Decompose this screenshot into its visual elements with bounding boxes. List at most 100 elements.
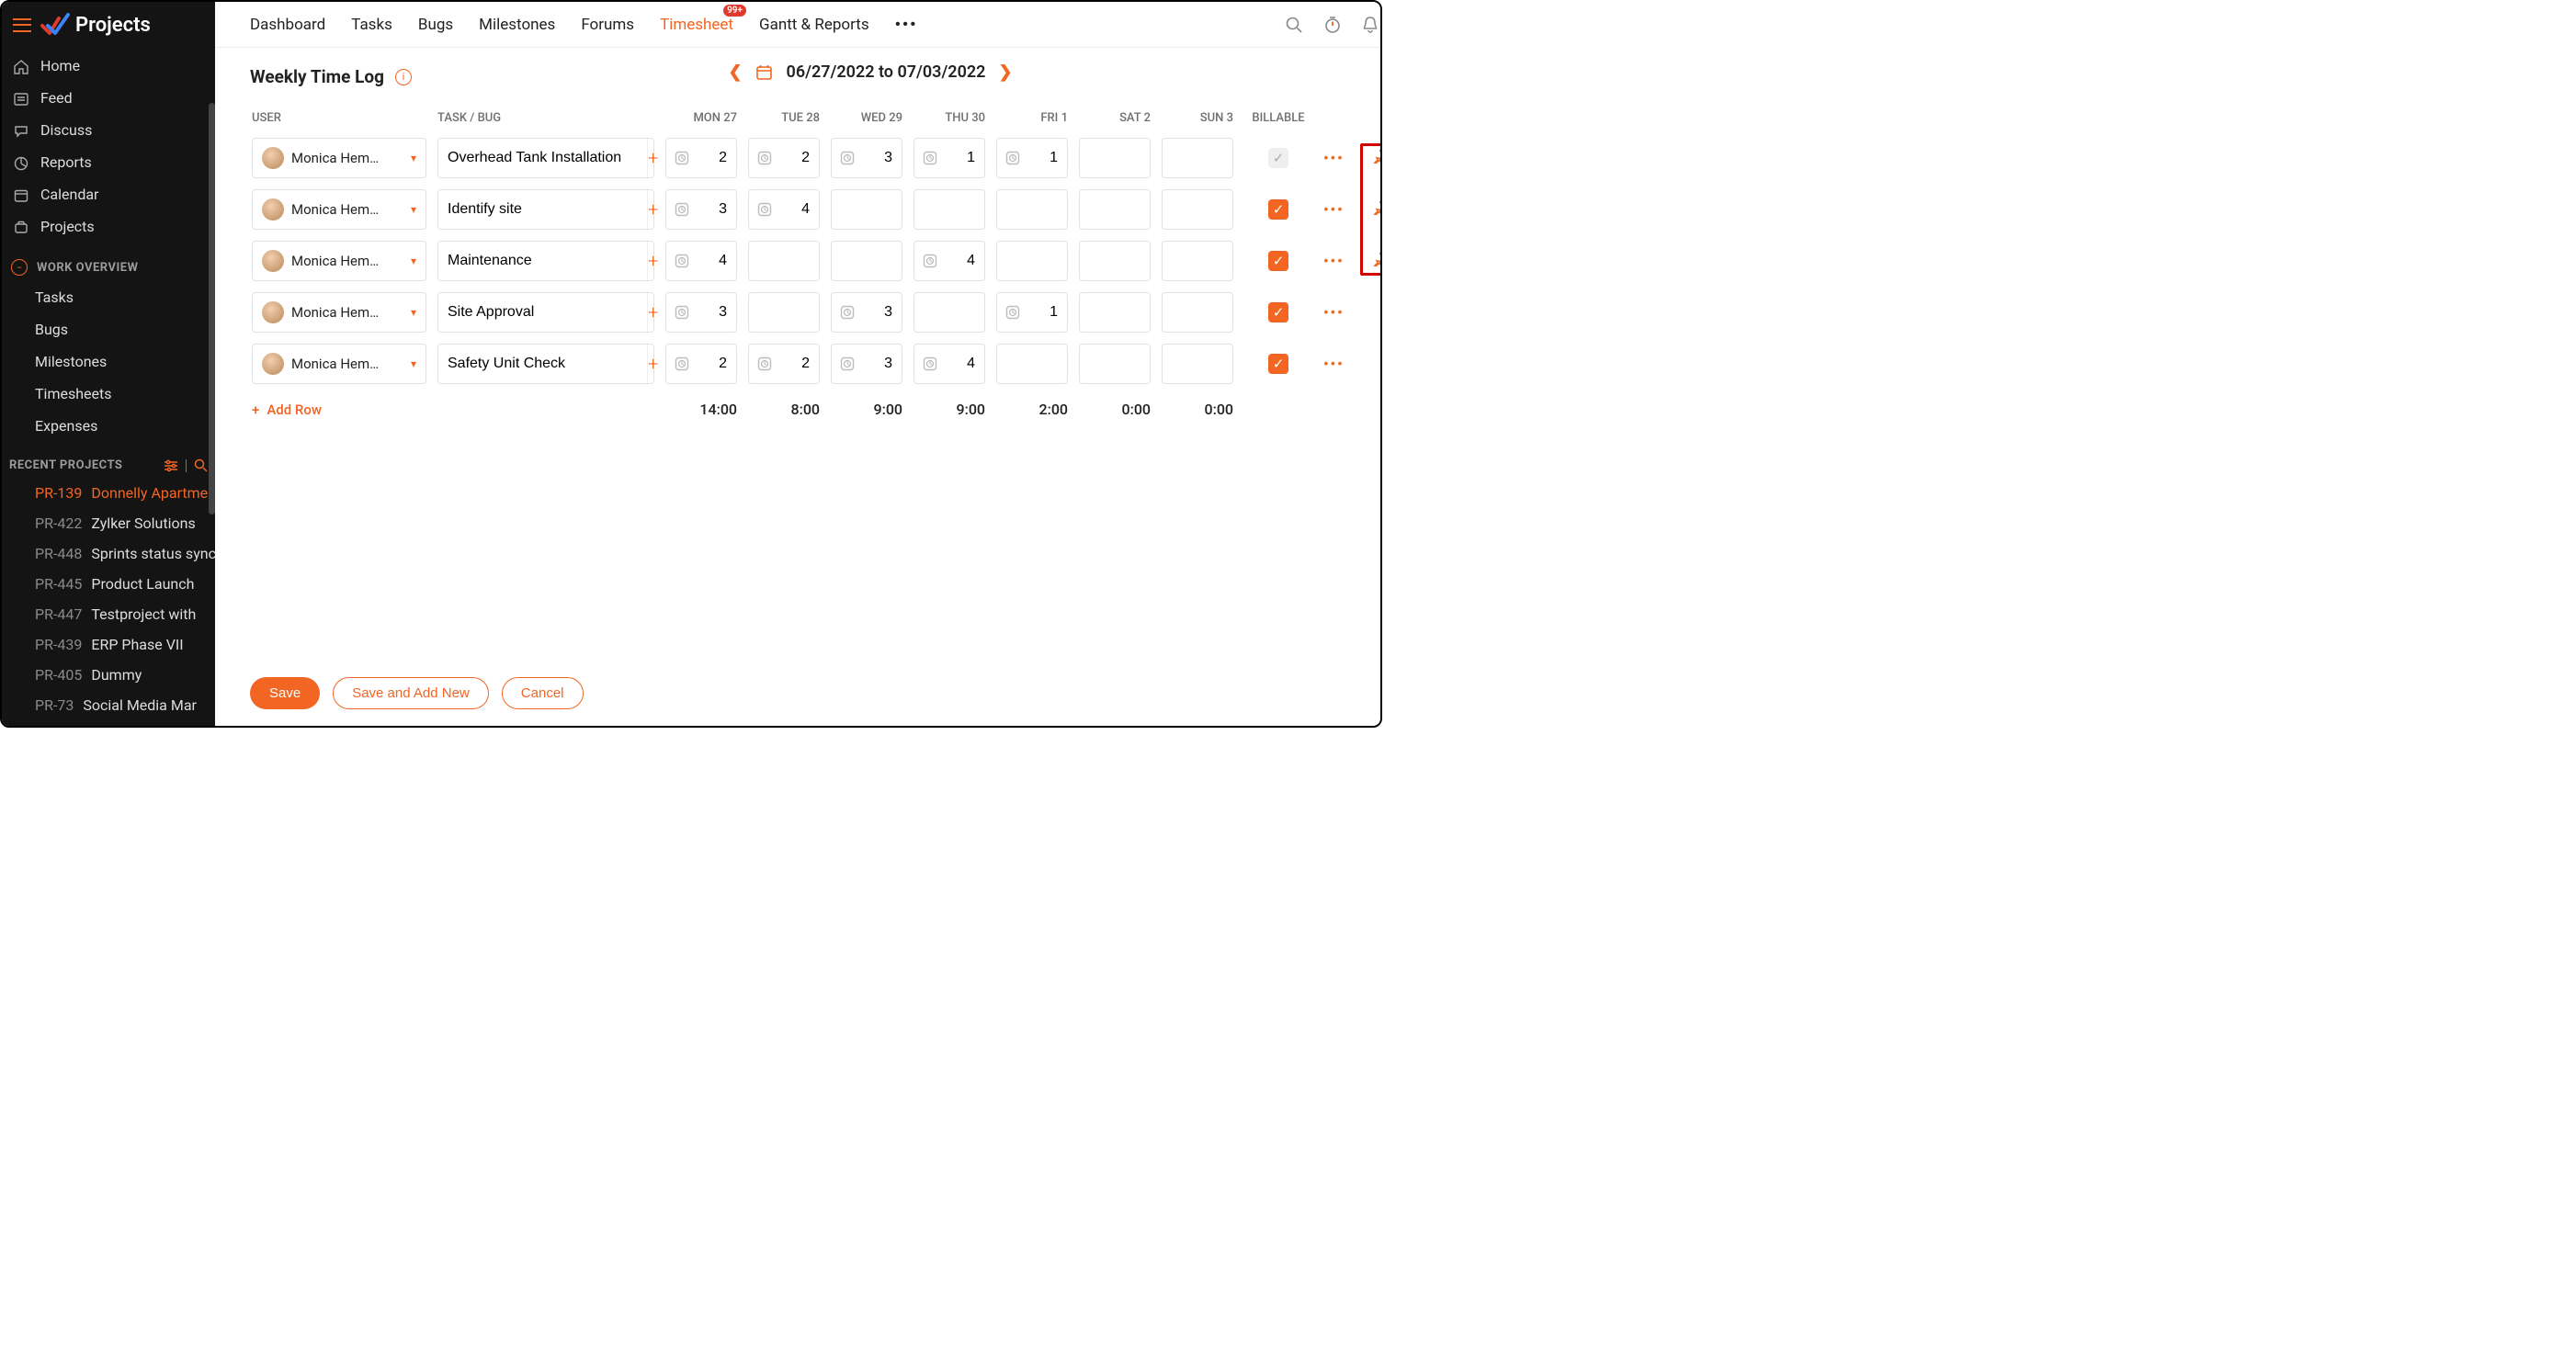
- pin-icon[interactable]: [1371, 200, 1382, 215]
- day-cell[interactable]: [1079, 189, 1151, 230]
- more-tabs-icon[interactable]: •••: [895, 16, 918, 34]
- hamburger-menu-icon[interactable]: [13, 18, 31, 32]
- work-item-expenses[interactable]: Expenses: [2, 410, 215, 442]
- hours-input[interactable]: [832, 253, 902, 269]
- add-task-icon[interactable]: +: [647, 293, 658, 332]
- hours-input[interactable]: [914, 304, 984, 321]
- day-cell[interactable]: [831, 138, 902, 178]
- bell-icon[interactable]: [1362, 16, 1379, 34]
- search-projects-icon[interactable]: [194, 458, 208, 472]
- tab-bugs[interactable]: Bugs: [418, 16, 453, 34]
- hours-input[interactable]: [832, 201, 902, 218]
- day-cell[interactable]: [831, 189, 902, 230]
- next-week-icon[interactable]: ❯: [998, 62, 1012, 82]
- row-actions-icon[interactable]: •••: [1323, 201, 1345, 218]
- day-cell[interactable]: [831, 241, 902, 281]
- hours-input[interactable]: [1080, 356, 1150, 372]
- day-cell[interactable]: [996, 344, 1068, 384]
- hours-input[interactable]: [749, 253, 819, 269]
- hours-input[interactable]: [997, 201, 1067, 218]
- add-task-icon[interactable]: +: [647, 345, 658, 383]
- day-cell[interactable]: [914, 292, 985, 333]
- day-cell[interactable]: [996, 189, 1068, 230]
- recent-project-item[interactable]: PR-448Sprints status sync: [2, 538, 215, 569]
- filter-icon[interactable]: [164, 459, 178, 472]
- day-cell[interactable]: [665, 292, 737, 333]
- hours-input[interactable]: [1163, 253, 1232, 269]
- sidebar-item-reports[interactable]: Reports: [2, 146, 215, 178]
- task-input[interactable]: [438, 190, 647, 229]
- billable-toggle[interactable]: ✓: [1268, 251, 1288, 271]
- cancel-button[interactable]: Cancel: [502, 677, 584, 709]
- day-cell[interactable]: [748, 241, 820, 281]
- billable-toggle[interactable]: ✓: [1268, 148, 1288, 168]
- hours-input[interactable]: [749, 304, 819, 321]
- day-cell[interactable]: [1162, 292, 1233, 333]
- task-input[interactable]: [438, 242, 647, 280]
- day-cell[interactable]: [914, 344, 985, 384]
- user-select[interactable]: Monica Hem…▾: [252, 189, 426, 230]
- pin-icon[interactable]: [1371, 149, 1382, 164]
- user-select[interactable]: Monica Hem…▾: [252, 138, 426, 178]
- day-cell[interactable]: [996, 292, 1068, 333]
- day-cell[interactable]: [665, 344, 737, 384]
- billable-toggle[interactable]: ✓: [1268, 199, 1288, 220]
- hours-input[interactable]: [1080, 201, 1150, 218]
- task-select[interactable]: +: [437, 292, 654, 333]
- row-actions-icon[interactable]: •••: [1323, 304, 1345, 321]
- sidebar-item-calendar[interactable]: Calendar: [2, 178, 215, 210]
- info-icon[interactable]: i: [395, 69, 412, 85]
- task-input[interactable]: [438, 293, 647, 332]
- sidebar-scrollbar[interactable]: [209, 50, 215, 720]
- hours-input[interactable]: [1163, 304, 1232, 321]
- day-cell[interactable]: [1079, 344, 1151, 384]
- day-cell[interactable]: [748, 292, 820, 333]
- day-cell[interactable]: [665, 138, 737, 178]
- task-select[interactable]: +: [437, 344, 654, 384]
- hours-input[interactable]: [997, 356, 1067, 372]
- recent-project-item[interactable]: PR-447Testproject with: [2, 599, 215, 629]
- row-actions-icon[interactable]: •••: [1323, 356, 1345, 372]
- hours-input[interactable]: [914, 201, 984, 218]
- sidebar-item-home[interactable]: Home: [2, 50, 215, 82]
- timer-icon[interactable]: [1323, 16, 1342, 34]
- sidebar-item-projects[interactable]: Projects: [2, 210, 215, 243]
- day-cell[interactable]: [665, 189, 737, 230]
- billable-toggle[interactable]: ✓: [1268, 302, 1288, 322]
- row-actions-icon[interactable]: •••: [1323, 253, 1345, 269]
- day-cell[interactable]: [1079, 292, 1151, 333]
- day-cell[interactable]: [996, 241, 1068, 281]
- day-cell[interactable]: [1162, 138, 1233, 178]
- hours-input[interactable]: [1163, 150, 1232, 166]
- day-cell[interactable]: [914, 189, 985, 230]
- day-cell[interactable]: [914, 241, 985, 281]
- billable-toggle[interactable]: ✓: [1268, 354, 1288, 374]
- user-select[interactable]: Monica Hem…▾: [252, 241, 426, 281]
- tab-tasks[interactable]: Tasks: [351, 16, 392, 34]
- task-select[interactable]: +: [437, 138, 654, 178]
- day-cell[interactable]: [748, 344, 820, 384]
- day-cell[interactable]: [1162, 344, 1233, 384]
- tab-forums[interactable]: Forums: [581, 16, 634, 34]
- work-item-tasks[interactable]: Tasks: [2, 281, 215, 313]
- task-input[interactable]: [438, 345, 647, 383]
- task-select[interactable]: +: [437, 189, 654, 230]
- add-task-icon[interactable]: +: [647, 139, 658, 177]
- hours-input[interactable]: [1080, 253, 1150, 269]
- hours-input[interactable]: [997, 253, 1067, 269]
- hours-input[interactable]: [1163, 201, 1232, 218]
- sidebar-item-discuss[interactable]: Discuss: [2, 114, 215, 146]
- tab-gantt-reports[interactable]: Gantt & Reports: [759, 16, 869, 34]
- recent-project-item[interactable]: PR-422Zylker Solutions: [2, 508, 215, 538]
- day-cell[interactable]: [1079, 138, 1151, 178]
- work-item-milestones[interactable]: Milestones: [2, 345, 215, 378]
- add-row-button[interactable]: + Add Row: [252, 401, 426, 418]
- day-cell[interactable]: [831, 344, 902, 384]
- day-cell[interactable]: [748, 189, 820, 230]
- hours-input[interactable]: [1080, 150, 1150, 166]
- day-cell[interactable]: [1162, 189, 1233, 230]
- tab-timesheet[interactable]: Timesheet99+: [660, 16, 733, 34]
- add-task-icon[interactable]: +: [647, 242, 658, 280]
- sidebar-item-feed[interactable]: Feed: [2, 82, 215, 114]
- day-cell[interactable]: [996, 138, 1068, 178]
